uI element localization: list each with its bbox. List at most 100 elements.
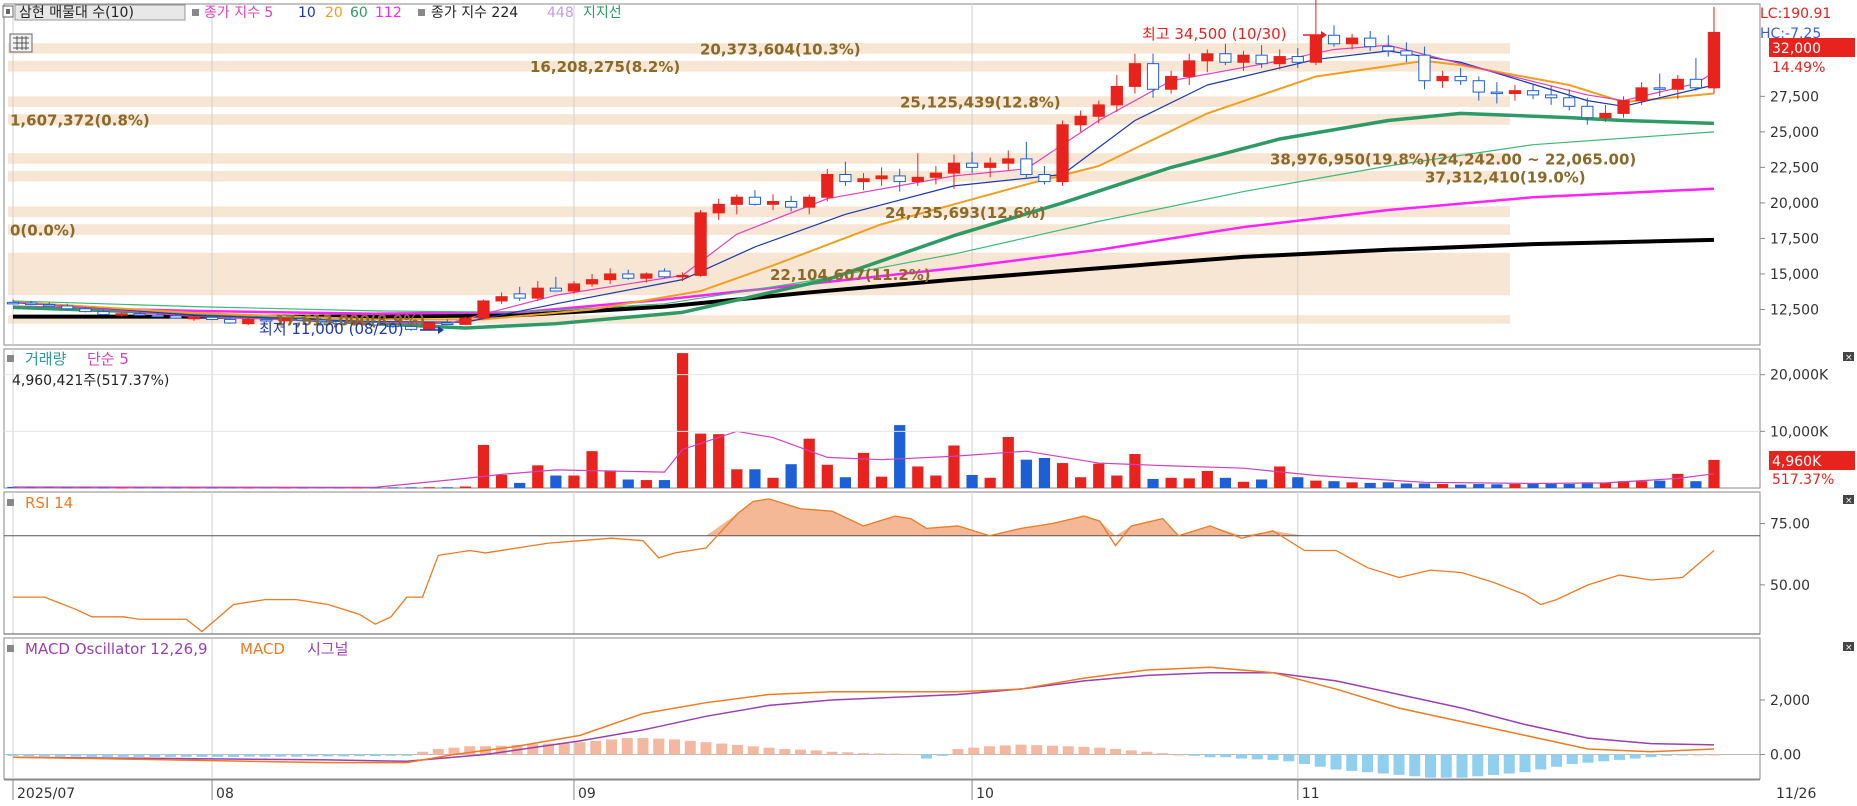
candle-body[interactable] [1472,80,1485,93]
candle-body[interactable] [513,293,526,299]
volume-bar[interactable] [894,425,906,488]
volume-bar[interactable] [586,451,598,488]
candle-body[interactable] [1128,63,1142,87]
candle-body[interactable] [1364,37,1377,48]
candle-body[interactable] [1074,115,1087,126]
volume-bar[interactable] [387,487,399,489]
volume-bar[interactable] [1147,478,1159,488]
volume-bar[interactable] [1690,481,1702,488]
volume-bar[interactable] [514,482,526,488]
candle-body[interactable] [604,273,617,281]
candle-body[interactable] [1110,85,1123,106]
candle-body[interactable] [1707,31,1721,89]
candle-body[interactable] [133,313,146,316]
volume-bar[interactable] [1328,481,1340,488]
candle-body[interactable] [748,196,762,205]
volume-bar[interactable] [604,470,616,488]
candle-body[interactable] [766,200,780,205]
volume-bar[interactable] [532,465,544,488]
candle-body[interactable] [1201,53,1214,62]
candle-body[interactable] [1309,34,1323,63]
candle-body[interactable] [1599,112,1612,119]
volume-bar[interactable] [1509,484,1521,488]
volume-bar[interactable] [1002,437,1014,488]
candle-body[interactable] [531,287,544,299]
volume-bar[interactable] [930,475,942,488]
candle-body[interactable] [965,162,979,168]
candle-body[interactable] [24,302,38,306]
candle-body[interactable] [1508,90,1522,95]
volume-bar[interactable] [1636,481,1648,488]
candle-body[interactable] [495,296,508,302]
candle-body[interactable] [1038,174,1051,183]
candle-body[interactable] [1490,91,1503,95]
candle-body[interactable] [1219,53,1232,63]
volume-bar[interactable] [640,480,652,488]
candle-body[interactable] [1418,54,1431,82]
volume-bar[interactable] [1020,459,1032,488]
volume-bar[interactable] [948,445,960,489]
volume-bar[interactable] [1093,463,1105,488]
candle-body[interactable] [97,311,110,315]
volume-bar[interactable] [785,464,797,488]
candle-body[interactable] [169,315,182,319]
volume-bar[interactable] [459,486,472,488]
candle-body[interactable] [658,270,671,278]
candle-body[interactable] [622,273,635,279]
candle-body[interactable] [984,162,997,168]
volume-bar[interactable] [966,474,978,488]
candle-body[interactable] [712,203,725,214]
candle-body[interactable] [1653,87,1666,90]
candle-body[interactable] [1146,63,1160,90]
candle-body[interactable] [459,317,472,325]
candle-body[interactable] [1273,56,1286,65]
candle-body[interactable] [893,175,906,183]
candle-body[interactable] [423,322,436,330]
volume-bar[interactable] [568,475,580,488]
stock-chart[interactable]: 20,373,604(10.3%) 16,208,275(8.2%) 25,125,… [0,0,1857,806]
volume-bar[interactable] [767,477,779,488]
candle-body[interactable] [1327,34,1341,45]
volume-bar[interactable] [1183,478,1195,488]
candle-body[interactable] [1183,60,1196,77]
candle-body[interactable] [115,313,128,316]
candle-body[interactable] [1454,75,1467,82]
candle-body[interactable] [911,176,924,183]
volume-bar[interactable] [839,477,852,488]
candle-body[interactable] [1635,87,1648,102]
candle-body[interactable] [676,274,689,278]
volume-bar[interactable] [550,475,562,488]
volume-bar[interactable] [1201,471,1213,488]
candle-body[interactable] [1345,37,1359,45]
candle-body[interactable] [151,314,164,318]
volume-bar[interactable] [1563,484,1575,488]
candle-body[interactable] [1436,75,1449,82]
volume-bar[interactable] [803,438,815,488]
rsi-panel-close-icon[interactable]: × [1843,495,1854,506]
candle-body[interactable] [1563,97,1576,107]
volume-bar[interactable] [658,480,671,488]
volume-bar[interactable] [1418,483,1431,488]
volume-bar[interactable] [1491,484,1503,488]
volume-bar[interactable] [912,466,924,488]
volume-bar[interactable] [477,444,490,488]
volume-bar[interactable] [1038,457,1051,488]
candle-body[interactable] [929,172,942,178]
volume-bar[interactable] [676,353,689,488]
volume-bar[interactable] [1075,477,1087,488]
vol-panel-close-icon[interactable]: × [1843,352,1854,363]
volume-bar[interactable] [857,452,870,488]
volume-bar[interactable] [749,469,761,488]
volume-bar[interactable] [1545,483,1557,488]
candle-body[interactable] [1689,78,1703,89]
candle-body[interactable] [730,196,743,205]
volume-bar[interactable] [441,487,453,489]
volume-bar[interactable] [1654,480,1666,488]
candle-body[interactable] [1165,75,1178,90]
candle-body[interactable] [640,273,653,279]
volume-bar[interactable] [1165,477,1177,488]
volume-bar[interactable] [1364,482,1376,488]
macd-panel-close-icon[interactable]: × [1843,642,1854,653]
candle-body[interactable] [785,200,798,208]
volume-bar[interactable] [1255,479,1268,489]
